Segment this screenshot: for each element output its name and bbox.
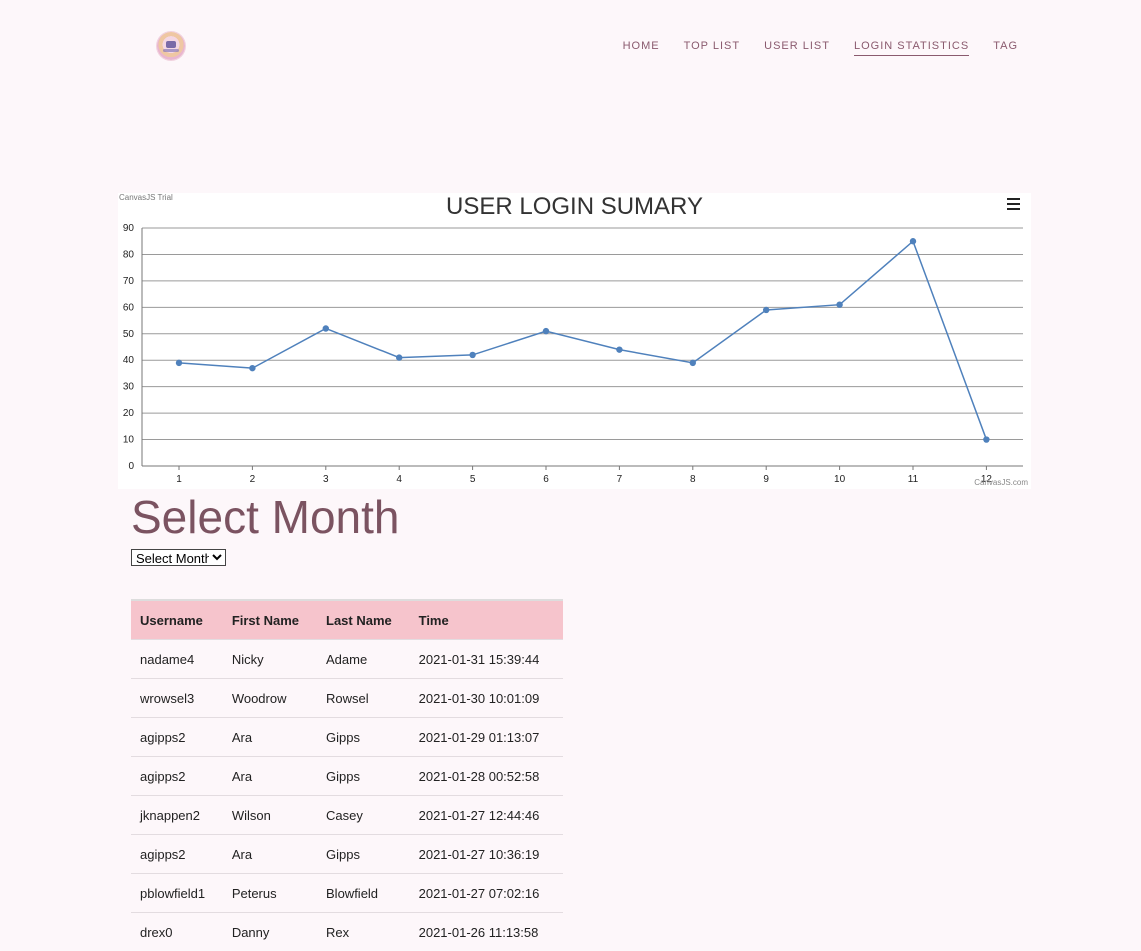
- x-tick-label: 5: [470, 474, 476, 485]
- cell-last-name: Rowsel: [317, 679, 410, 718]
- cell-username: jknappen2: [131, 796, 223, 835]
- month-select[interactable]: Select Month: [131, 549, 226, 566]
- x-tick-label: 3: [323, 474, 329, 485]
- column-header-first-name: First Name: [223, 600, 317, 640]
- table-row: drex0 Danny Rex 2021-01-26 11:13:58: [131, 913, 563, 951]
- nav-login-statistics[interactable]: LOGIN STATISTICS: [854, 40, 969, 56]
- data-point: [983, 436, 989, 442]
- cell-time: 2021-01-28 00:52:58: [410, 757, 563, 796]
- column-header-username: Username: [131, 600, 223, 640]
- data-point: [396, 354, 402, 360]
- logo-mark: [166, 41, 176, 48]
- y-tick-label: 80: [123, 249, 135, 260]
- chart-title: USER LOGIN SUMARY: [118, 193, 1031, 221]
- cell-username: drex0: [131, 913, 223, 951]
- x-tick-label: 8: [690, 474, 696, 485]
- x-tick-label: 2: [250, 474, 256, 485]
- table-row: agipps2 Ara Gipps 2021-01-29 01:13:07: [131, 718, 563, 757]
- main-nav: HOME TOP LIST USER LIST LOGIN STATISTICS…: [623, 40, 1018, 56]
- data-point: [616, 346, 622, 352]
- cell-username: agipps2: [131, 718, 223, 757]
- column-header-last-name: Last Name: [317, 600, 410, 640]
- cell-first-name: Wilson: [223, 796, 317, 835]
- table-row: agipps2 Ara Gipps 2021-01-28 00:52:58: [131, 757, 563, 796]
- table-row: jknappen2 Wilson Casey 2021-01-27 12:44:…: [131, 796, 563, 835]
- cell-first-name: Ara: [223, 757, 317, 796]
- data-point: [836, 301, 842, 307]
- series-line: [179, 241, 986, 439]
- cell-first-name: Danny: [223, 913, 317, 951]
- x-tick-label: 9: [763, 474, 769, 485]
- cell-time: 2021-01-30 10:01:09: [410, 679, 563, 718]
- cell-username: wrowsel3: [131, 679, 223, 718]
- data-point: [763, 307, 769, 313]
- nav-top-list[interactable]: TOP LIST: [684, 40, 741, 56]
- cell-last-name: Rex: [317, 913, 410, 951]
- login-chart-svg: 0102030405060708090123456789101112: [118, 193, 1031, 489]
- section-title: Select Month: [131, 490, 399, 544]
- cell-time: 2021-01-27 07:02:16: [410, 874, 563, 913]
- data-point: [249, 365, 255, 371]
- y-tick-label: 20: [123, 408, 135, 419]
- cell-time: 2021-01-29 01:13:07: [410, 718, 563, 757]
- cell-last-name: Adame: [317, 640, 410, 679]
- cell-username: pblowfield1: [131, 874, 223, 913]
- cell-time: 2021-01-27 10:36:19: [410, 835, 563, 874]
- data-point: [176, 360, 182, 366]
- y-tick-label: 0: [128, 461, 134, 472]
- x-tick-label: 4: [396, 474, 402, 485]
- cell-first-name: Woodrow: [223, 679, 317, 718]
- table-row: wrowsel3 Woodrow Rowsel 2021-01-30 10:01…: [131, 679, 563, 718]
- login-table: Username First Name Last Name Time nadam…: [131, 599, 563, 951]
- y-tick-label: 50: [123, 329, 135, 340]
- nav-home[interactable]: HOME: [623, 40, 660, 56]
- x-tick-label: 7: [617, 474, 623, 485]
- y-tick-label: 90: [123, 223, 135, 234]
- cell-time: 2021-01-31 15:39:44: [410, 640, 563, 679]
- hamburger-menu-icon[interactable]: [1007, 198, 1020, 210]
- y-tick-label: 60: [123, 302, 135, 313]
- data-point: [910, 238, 916, 244]
- site-logo[interactable]: [157, 32, 185, 60]
- y-tick-label: 70: [123, 276, 135, 287]
- cell-time: 2021-01-27 12:44:46: [410, 796, 563, 835]
- cell-username: agipps2: [131, 757, 223, 796]
- y-tick-label: 40: [123, 355, 135, 366]
- data-point: [323, 325, 329, 331]
- cell-last-name: Gipps: [317, 757, 410, 796]
- y-tick-label: 10: [123, 435, 135, 446]
- logo-script: [163, 49, 179, 52]
- data-point: [690, 360, 696, 366]
- table-row: agipps2 Ara Gipps 2021-01-27 10:36:19: [131, 835, 563, 874]
- cell-last-name: Blowfield: [317, 874, 410, 913]
- cell-time: 2021-01-26 11:13:58: [410, 913, 563, 951]
- x-tick-label: 11: [908, 474, 919, 485]
- login-chart: 0102030405060708090123456789101112 Canva…: [118, 193, 1031, 489]
- cell-first-name: Ara: [223, 718, 317, 757]
- cell-username: agipps2: [131, 835, 223, 874]
- data-point: [543, 328, 549, 334]
- table-row: nadame4 Nicky Adame 2021-01-31 15:39:44: [131, 640, 563, 679]
- cell-last-name: Gipps: [317, 835, 410, 874]
- cell-first-name: Ara: [223, 835, 317, 874]
- nav-tag[interactable]: TAG: [993, 40, 1018, 56]
- nav-user-list[interactable]: USER LIST: [764, 40, 830, 56]
- x-tick-label: 10: [834, 474, 846, 485]
- column-header-time: Time: [410, 600, 563, 640]
- cell-first-name: Peterus: [223, 874, 317, 913]
- cell-first-name: Nicky: [223, 640, 317, 679]
- cell-last-name: Gipps: [317, 718, 410, 757]
- x-tick-label: 6: [543, 474, 549, 485]
- table-header-row: Username First Name Last Name Time: [131, 600, 563, 640]
- chart-credit[interactable]: CanvasJS.com: [974, 478, 1028, 487]
- cell-last-name: Casey: [317, 796, 410, 835]
- y-tick-label: 30: [123, 382, 135, 393]
- x-tick-label: 1: [176, 474, 182, 485]
- cell-username: nadame4: [131, 640, 223, 679]
- table-row: pblowfield1 Peterus Blowfield 2021-01-27…: [131, 874, 563, 913]
- data-point: [469, 352, 475, 358]
